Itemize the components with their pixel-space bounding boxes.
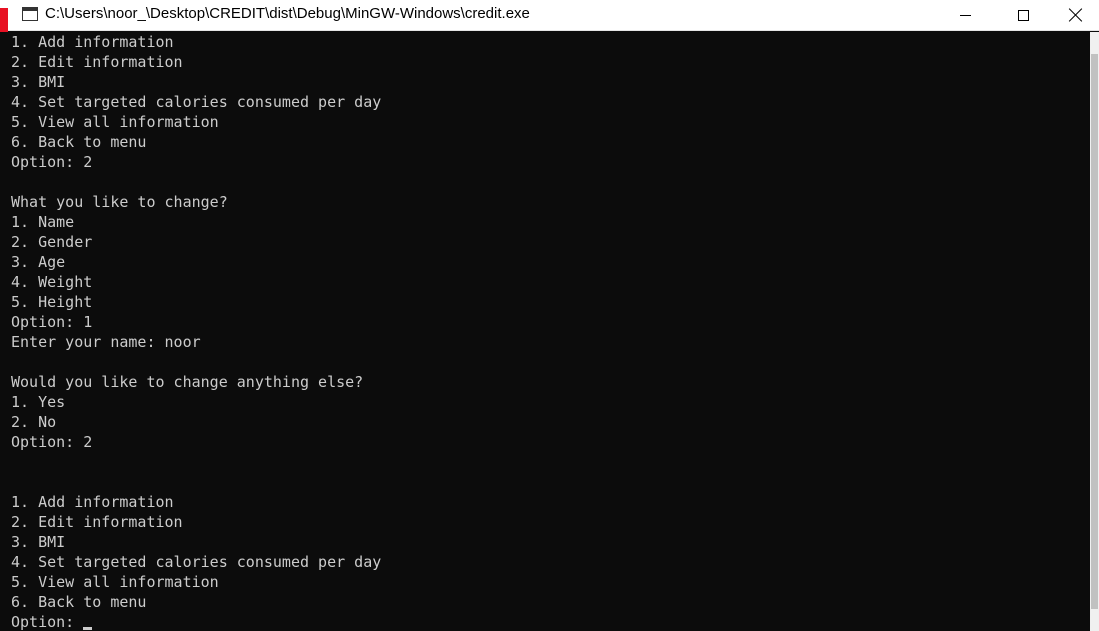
- console-line: 1. Add information: [11, 32, 381, 52]
- console-line-text: Option: 1: [11, 313, 93, 331]
- console-line: 3. Age: [11, 252, 381, 272]
- console-line-text: 1. Add information: [11, 33, 174, 51]
- console-line: 6. Back to menu: [11, 132, 381, 152]
- console-line: 4. Set targeted calories consumed per da…: [11, 92, 381, 112]
- vertical-scrollbar[interactable]: [1090, 32, 1099, 631]
- console-lines: 1. Add information 2. Edit information 3. …: [11, 32, 381, 631]
- console-line-text: 3. BMI: [11, 73, 66, 91]
- console-line: 2. No: [11, 412, 381, 432]
- console-line-text: Option: 2: [11, 433, 93, 451]
- console-line: 2. Edit information: [11, 52, 381, 72]
- console-line-text: 6. Back to menu: [11, 133, 147, 151]
- console-line-text: Enter your name: noor: [11, 333, 201, 351]
- console-line-text: What you like to change?: [11, 193, 228, 211]
- console-line: Option: 1: [11, 312, 381, 332]
- console-line: Option: 2: [11, 152, 381, 172]
- console-line: What you like to change?: [11, 192, 381, 212]
- console-line: 1. Add information: [11, 492, 381, 512]
- console-line-text: 2. Edit information: [11, 513, 183, 531]
- console-line: 4. Weight: [11, 272, 381, 292]
- scrollbar-thumb[interactable]: [1091, 54, 1098, 609]
- console-window: C:\Users\noor_\Desktop\CREDIT\dist\Debug…: [0, 0, 1099, 631]
- maximize-button[interactable]: [994, 0, 1052, 30]
- console-line-text: 2. Edit information: [11, 53, 183, 71]
- console-line-text: 2. Gender: [11, 233, 93, 251]
- console-line: Enter your name: noor: [11, 332, 381, 352]
- background-window-edge: [0, 8, 8, 32]
- console-line-text: Option:: [11, 613, 84, 631]
- console-line: Option: 2: [11, 432, 381, 452]
- console-line: 5. View all information: [11, 112, 381, 132]
- text-cursor: [83, 627, 93, 630]
- maximize-icon: [1017, 9, 1029, 21]
- console-line-text: Would you like to change anything else?: [11, 373, 364, 391]
- console-line-text: 6. Back to menu: [11, 593, 147, 611]
- window-title: C:\Users\noor_\Desktop\CREDIT\dist\Debug…: [45, 5, 530, 22]
- console-line: 2. Edit information: [11, 512, 381, 532]
- close-button[interactable]: [1052, 0, 1099, 30]
- console-line: 1. Name: [11, 212, 381, 232]
- console-line-text: 5. Height: [11, 293, 93, 311]
- console-line-text: 1. Yes: [11, 393, 66, 411]
- console-line: 3. BMI: [11, 72, 381, 92]
- console-line-text: 2. No: [11, 413, 57, 431]
- console-line: 1. Yes: [11, 392, 381, 412]
- console-line-text: 3. Age: [11, 253, 66, 271]
- console-line: 3. BMI: [11, 532, 381, 552]
- title-bar[interactable]: C:\Users\noor_\Desktop\CREDIT\dist\Debug…: [0, 0, 1099, 32]
- console-line: 4. Set targeted calories consumed per da…: [11, 552, 381, 572]
- console-line: Option:: [11, 612, 381, 631]
- console-line-text: 4. Set targeted calories consumed per da…: [11, 93, 382, 111]
- console-line-text: 5. View all information: [11, 573, 219, 591]
- console-line: 5. Height: [11, 292, 381, 312]
- console-line-text: 5. View all information: [11, 113, 219, 131]
- minimize-button[interactable]: [936, 0, 994, 30]
- console-line-text: 3. BMI: [11, 533, 66, 551]
- console-output-area[interactable]: 1. Add information 2. Edit information 3. …: [0, 32, 1090, 631]
- close-icon: [1069, 8, 1083, 22]
- console-line: 6. Back to menu: [11, 592, 381, 612]
- console-line-text: 1. Name: [11, 213, 75, 231]
- console-line-text: 4. Set targeted calories consumed per da…: [11, 553, 382, 571]
- console-line-text: 4. Weight: [11, 273, 93, 291]
- console-line: 5. View all information: [11, 572, 381, 592]
- scroll-up-arrow[interactable]: [1090, 32, 1099, 46]
- minimize-icon: [959, 14, 971, 16]
- console-line-text: Option: 2: [11, 153, 93, 171]
- console-app-icon: [22, 7, 38, 21]
- console-line-text: 1. Add information: [11, 493, 174, 511]
- scroll-down-arrow[interactable]: [1090, 617, 1099, 631]
- console-line: 2. Gender: [11, 232, 381, 252]
- console-line: Would you like to change anything else?: [11, 372, 381, 392]
